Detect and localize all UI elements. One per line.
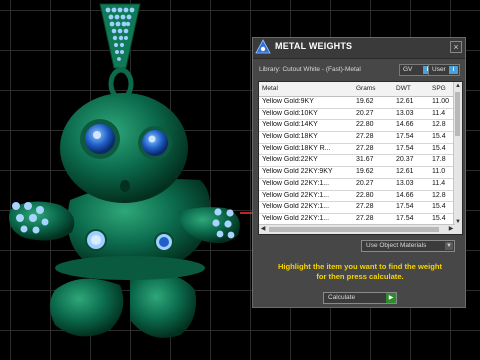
table-row[interactable]: Yellow Gold:22KY 31.67 20.37 17.8	[259, 155, 455, 168]
cell-dwt: 14.66	[396, 191, 414, 199]
table-row[interactable]: Yellow Gold 22KY:1... 27.28 17.54 15.4	[259, 202, 455, 214]
cell-metal: Yellow Gold:10KY	[262, 109, 318, 117]
user-info-icon: i	[449, 66, 458, 74]
table-row[interactable]: Yellow Gold:18KY R... 27.28 17.54 15.4	[259, 144, 455, 156]
cell-spg: 12.8	[432, 191, 446, 199]
table-row[interactable]: Yellow Gold 22KY:9KY 19.62 12.61 11.0	[259, 167, 455, 179]
use-materials-label: Use Object Materials	[366, 242, 427, 249]
cell-dwt: 17.54	[396, 144, 414, 152]
column-header-metal[interactable]: Metal	[262, 85, 278, 92]
column-header-spg[interactable]: SPG	[432, 85, 446, 92]
column-header-grams[interactable]: Grams	[356, 85, 376, 92]
vertical-scroll-thumb[interactable]	[455, 92, 460, 136]
cell-grams: 22.80	[356, 191, 374, 199]
metal-table[interactable]: Metal Grams DWT SPG Yellow Gold:9KY 19.62…	[258, 81, 463, 235]
horizontal-scroll-thumb[interactable]	[269, 227, 439, 232]
table-row[interactable]: Yellow Gold:10KY 20.27 13.03 11.4	[259, 109, 455, 121]
user-button[interactable]: User i	[428, 64, 460, 76]
play-arrow-icon: ▶	[386, 293, 396, 303]
cell-metal: Yellow Gold 22KY:1...	[262, 191, 330, 199]
metal-weights-panel: METAL WEIGHTS × Library: Cutout White - …	[252, 37, 466, 308]
hint-line-2: for then press calculate.	[316, 272, 404, 281]
cell-spg: 15.4	[432, 144, 446, 152]
cell-grams: 27.28	[356, 203, 374, 211]
cell-spg: 15.4	[432, 214, 446, 222]
table-header: Metal Grams DWT SPG	[259, 82, 455, 97]
cell-dwt: 14.66	[396, 121, 414, 129]
cell-metal: Yellow Gold:9KY	[262, 98, 314, 105]
cell-grams: 31.67	[356, 156, 374, 164]
cell-metal: Yellow Gold 22KY:1...	[262, 203, 330, 211]
cell-spg: 12.8	[432, 121, 446, 129]
app-logo-icon	[255, 39, 271, 54]
cell-metal: Yellow Gold 22KY:1...	[262, 179, 330, 187]
column-header-dwt[interactable]: DWT	[396, 85, 411, 92]
vertical-scrollbar[interactable]: ▲ ▼	[453, 82, 462, 226]
cell-metal: Yellow Gold:18KY R...	[262, 144, 331, 152]
cell-grams: 22.80	[356, 121, 374, 129]
cell-dwt: 17.54	[396, 133, 414, 141]
horizontal-scrollbar[interactable]: ◀ ▶	[259, 224, 455, 234]
cell-dwt: 20.37	[396, 156, 414, 164]
hint-line-1: Highlight the item you want to find the …	[277, 262, 443, 271]
cell-grams: 19.62	[356, 168, 374, 176]
table-row[interactable]: Yellow Gold:18KY 27.28 17.54 15.4	[259, 132, 455, 144]
close-button[interactable]: ×	[450, 41, 462, 53]
cell-spg: 11.4	[432, 179, 446, 187]
calculate-label: Calculate	[328, 294, 356, 301]
cell-grams: 20.27	[356, 179, 374, 187]
cell-dwt: 17.54	[396, 203, 414, 211]
cell-metal: Yellow Gold 22KY:1...	[262, 214, 330, 222]
cell-dwt: 12.61	[396, 98, 414, 105]
cell-dwt: 12.61	[396, 168, 414, 176]
library-label: Library: Cutout White - (Fast)-Metal	[259, 66, 361, 73]
cell-grams: 20.27	[356, 109, 374, 117]
table-body: Yellow Gold:9KY 19.62 12.61 11.00 Yellow Gol…	[259, 97, 455, 226]
cell-metal: Yellow Gold 22KY:9KY	[262, 168, 333, 176]
table-row[interactable]: Yellow Gold 22KY:1... 22.80 14.66 12.8	[259, 191, 455, 203]
panel-titlebar[interactable]: METAL WEIGHTS ×	[253, 38, 465, 59]
table-row[interactable]: Yellow Gold:9KY 19.62 12.61 11.00	[259, 97, 455, 109]
cell-grams: 27.28	[356, 133, 374, 141]
scroll-left-icon[interactable]: ◀	[259, 225, 267, 233]
calculate-button[interactable]: Calculate ▶	[323, 292, 397, 304]
panel-title: METAL WEIGHTS	[275, 41, 353, 51]
cell-grams: 27.28	[356, 144, 374, 152]
cell-dwt: 13.03	[396, 109, 414, 117]
use-object-materials-dropdown[interactable]: Use Object Materials ▼	[361, 240, 455, 252]
cell-spg: 11.00	[432, 98, 449, 105]
cell-spg: 15.4	[432, 133, 446, 141]
table-row[interactable]: Yellow Gold 22KY:1... 20.27 13.03 11.4	[259, 179, 455, 191]
chevron-down-icon: ▼	[445, 242, 453, 250]
cell-spg: 17.8	[432, 156, 446, 164]
cell-spg: 15.4	[432, 203, 446, 211]
instruction-text: Highlight the item you want to find the …	[263, 262, 457, 282]
cell-metal: Yellow Gold:14KY	[262, 121, 318, 129]
gv-label: GV	[403, 66, 413, 73]
table-row[interactable]: Yellow Gold:14KY 22.80 14.66 12.8	[259, 120, 455, 133]
scroll-corner	[454, 225, 462, 234]
cell-grams: 19.62	[356, 98, 374, 105]
scroll-up-icon[interactable]: ▲	[454, 82, 462, 90]
user-label: User	[432, 66, 446, 73]
cell-spg: 11.4	[432, 109, 446, 117]
cell-metal: Yellow Gold:18KY	[262, 133, 318, 141]
cell-dwt: 13.03	[396, 179, 414, 187]
cell-grams: 27.28	[356, 214, 374, 222]
cell-dwt: 17.54	[396, 214, 414, 222]
cell-spg: 11.0	[432, 168, 446, 176]
cell-metal: Yellow Gold:22KY	[262, 156, 318, 164]
